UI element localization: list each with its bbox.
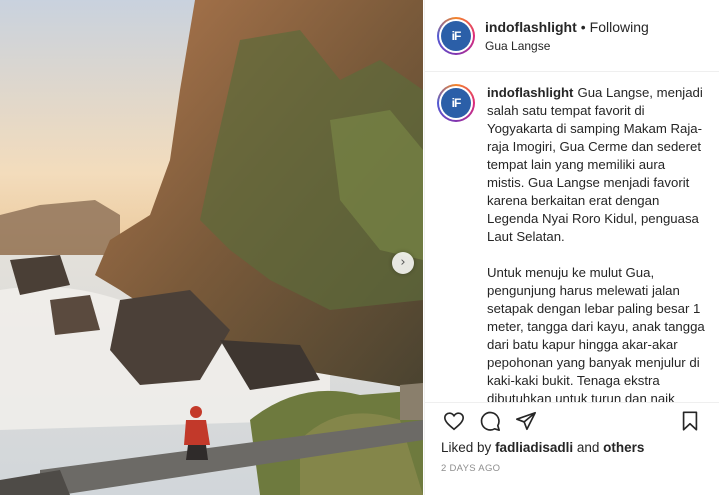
post-header: iF indoflashlight • Following Gua Langse (425, 0, 719, 72)
post-photo[interactable]: › (0, 0, 423, 495)
action-bar (425, 402, 719, 438)
save-button[interactable] (677, 408, 703, 434)
comment-icon (480, 411, 500, 431)
caption-text-1: Gua Langse, menjadi salah satu tempat fa… (487, 85, 703, 244)
like-button[interactable] (441, 408, 467, 434)
post-caption: indoflashlight Gua Langse, menjadi salah … (487, 84, 705, 402)
caption-avatar[interactable]: iF (437, 84, 475, 122)
following-button[interactable]: Following (590, 19, 649, 35)
likes-summary: Liked by fadliadisadli and others (441, 440, 645, 455)
comment-button[interactable] (477, 408, 503, 434)
chevron-right-icon: › (400, 255, 406, 270)
share-button[interactable] (513, 408, 539, 434)
author-username[interactable]: indoflashlight (485, 19, 577, 35)
caption-section: iF indoflashlight Gua Langse, menjadi sal… (425, 72, 719, 402)
bookmark-icon (682, 410, 698, 431)
cliff-sea-photo (0, 0, 423, 495)
separator-dot: • (580, 18, 586, 35)
post-timestamp[interactable]: 2 DAYS AGO (441, 463, 500, 474)
likes-others-link[interactable]: others (603, 440, 644, 455)
post-side-panel: iF indoflashlight • Following Gua Langse… (424, 0, 719, 495)
location-link[interactable]: Gua Langse (485, 39, 649, 53)
avatar-logo: iF (441, 88, 471, 118)
carousel-next-button[interactable]: › (392, 252, 414, 274)
caption-text-2: Untuk menuju ke mulut Gua, pengunjung ha… (487, 265, 705, 402)
caption-username[interactable]: indoflashlight (487, 85, 573, 100)
liked-by-user[interactable]: fadliadisadli (495, 440, 573, 455)
share-icon (516, 411, 536, 430)
author-avatar[interactable]: iF (437, 16, 475, 55)
avatar-logo: iF (441, 20, 471, 51)
heart-icon (444, 411, 464, 430)
